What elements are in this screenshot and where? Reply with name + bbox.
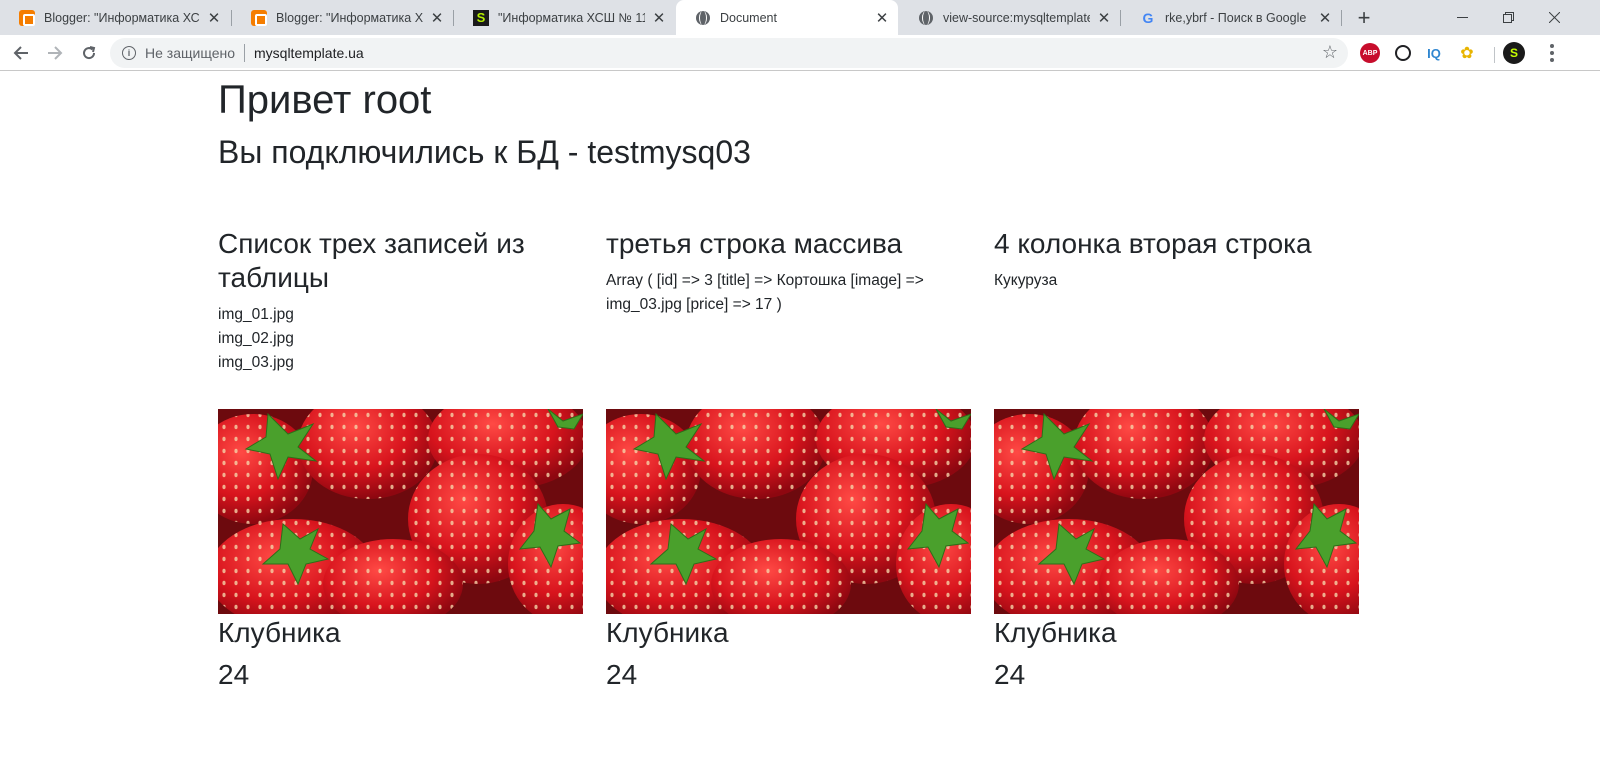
array-row-column: третья строка массива Array ( [id] => 3 … bbox=[606, 227, 971, 317]
close-tab-icon[interactable]: ✕ bbox=[206, 10, 222, 27]
list-item: img_02.jpg bbox=[218, 330, 294, 347]
restore-button[interactable] bbox=[1485, 0, 1531, 35]
close-tab-icon[interactable]: ✕ bbox=[651, 10, 667, 27]
close-tab-icon[interactable]: ✕ bbox=[429, 10, 445, 27]
page-title: Привет root bbox=[218, 78, 432, 122]
product-name: Клубника bbox=[994, 617, 1117, 648]
arrow-right-icon bbox=[48, 46, 63, 60]
tab-title: "Информатика ХСШ № 119" bbox=[498, 10, 645, 25]
tab-title: Document bbox=[720, 10, 777, 25]
security-label[interactable]: Не защищено bbox=[145, 45, 235, 61]
site-logo-icon: S bbox=[473, 9, 489, 26]
tab-title: Blogger: "Информатика ХСШ № 119" bbox=[44, 10, 200, 25]
reload-icon bbox=[83, 46, 96, 60]
back-button[interactable] bbox=[6, 38, 36, 68]
close-window-icon bbox=[1548, 12, 1560, 23]
list-item: img_01.jpg bbox=[218, 306, 294, 323]
minimize-button[interactable] bbox=[1439, 0, 1485, 35]
fourth-column-text: Кукуруза bbox=[994, 272, 1058, 289]
address-divider bbox=[244, 44, 245, 62]
strawberry-image bbox=[218, 409, 583, 614]
pinwheel-icon[interactable]: ✿ bbox=[1457, 43, 1477, 63]
product-card: Клубника 24 bbox=[218, 409, 583, 693]
array-row-title: третья строка массива bbox=[606, 228, 903, 259]
close-tab-icon[interactable]: ✕ bbox=[1317, 10, 1333, 27]
forward-button[interactable] bbox=[40, 38, 70, 68]
fourth-column: 4 колонка вторая строка Кукуруза bbox=[994, 227, 1359, 293]
product-name: Клубника bbox=[218, 617, 341, 648]
address-bar[interactable]: i Не защищено mysqltemplate.ua ☆ bbox=[110, 38, 1348, 68]
profile-icon[interactable]: S bbox=[1503, 42, 1525, 64]
extensions-divider bbox=[1494, 47, 1495, 63]
blogger-icon bbox=[19, 9, 35, 26]
new-tab-button[interactable]: + bbox=[1350, 4, 1378, 32]
globe-icon bbox=[695, 10, 711, 26]
records-column: Список трех записей из таблицы img_01.jp… bbox=[218, 227, 583, 375]
tab-strip: Blogger: "Информатика ХСШ № 119" ✕ Blogg… bbox=[0, 0, 1600, 35]
records-list: img_01.jpg img_02.jpg img_03.jpg bbox=[218, 303, 583, 375]
iq-icon[interactable]: IQ bbox=[1424, 43, 1444, 63]
browser-menu-button[interactable] bbox=[1540, 41, 1564, 65]
close-tab-icon[interactable]: ✕ bbox=[1096, 10, 1112, 27]
browser-tab[interactable]: Blogger: "Информатика ХСШ № 119" ✕ bbox=[0, 0, 230, 35]
product-card: Клубника 24 bbox=[606, 409, 971, 693]
records-title: Список трех записей из таблицы bbox=[218, 228, 525, 293]
close-window-button[interactable] bbox=[1531, 0, 1577, 35]
product-card: Клубника 24 bbox=[994, 409, 1359, 693]
reload-button[interactable] bbox=[74, 38, 104, 68]
info-icon[interactable]: i bbox=[122, 46, 136, 60]
restore-icon bbox=[1502, 12, 1514, 23]
google-icon: G bbox=[1142, 9, 1154, 26]
product-price: 24 bbox=[994, 659, 1026, 690]
browser-tab-active[interactable]: Document ✕ bbox=[676, 0, 898, 35]
tab-divider bbox=[1341, 10, 1342, 26]
db-connection-message: Вы подключились к БД - testmysq03 bbox=[218, 134, 751, 170]
browser-tab[interactable]: Blogger: "Информатика ХСШ № 119" ✕ bbox=[232, 0, 453, 35]
adblock-plus-icon[interactable]: ABP bbox=[1360, 43, 1380, 63]
product-price: 24 bbox=[218, 659, 250, 690]
product-name: Клубника bbox=[606, 617, 729, 648]
close-tab-icon[interactable]: ✕ bbox=[874, 10, 890, 27]
strawberry-image bbox=[994, 409, 1359, 614]
browser-toolbar: i Не защищено mysqltemplate.ua ☆ ABP IQ … bbox=[0, 35, 1600, 71]
list-item: img_03.jpg bbox=[218, 354, 294, 371]
tab-title: rke,ybrf - Поиск в Google bbox=[1165, 10, 1307, 25]
product-price: 24 bbox=[606, 659, 638, 690]
browser-tab[interactable]: S "Информатика ХСШ № 119" ✕ bbox=[454, 0, 675, 35]
arrow-left-icon bbox=[13, 46, 28, 60]
tab-title: Blogger: "Информатика ХСШ № 119" bbox=[276, 10, 423, 25]
eye-icon[interactable] bbox=[1395, 45, 1411, 61]
strawberry-image bbox=[606, 409, 971, 614]
url-text[interactable]: mysqltemplate.ua bbox=[254, 45, 364, 61]
browser-tab[interactable]: G rke,ybrf - Поиск в Google ✕ bbox=[1121, 0, 1341, 35]
browser-tab[interactable]: view-source:mysqltemplate.ua ✕ bbox=[899, 0, 1120, 35]
fourth-column-title: 4 колонка вторая строка bbox=[994, 228, 1312, 259]
minimize-icon bbox=[1456, 17, 1468, 18]
blogger-icon bbox=[251, 9, 267, 26]
bookmark-star-icon[interactable]: ☆ bbox=[1322, 42, 1338, 63]
tab-title: view-source:mysqltemplate.ua bbox=[943, 10, 1090, 25]
page-viewport: Привет root Вы подключились к БД - testm… bbox=[0, 72, 1600, 770]
globe-icon bbox=[918, 10, 934, 26]
array-row-text: Array ( [id] => 3 [title] => Кортошка [i… bbox=[606, 272, 924, 313]
